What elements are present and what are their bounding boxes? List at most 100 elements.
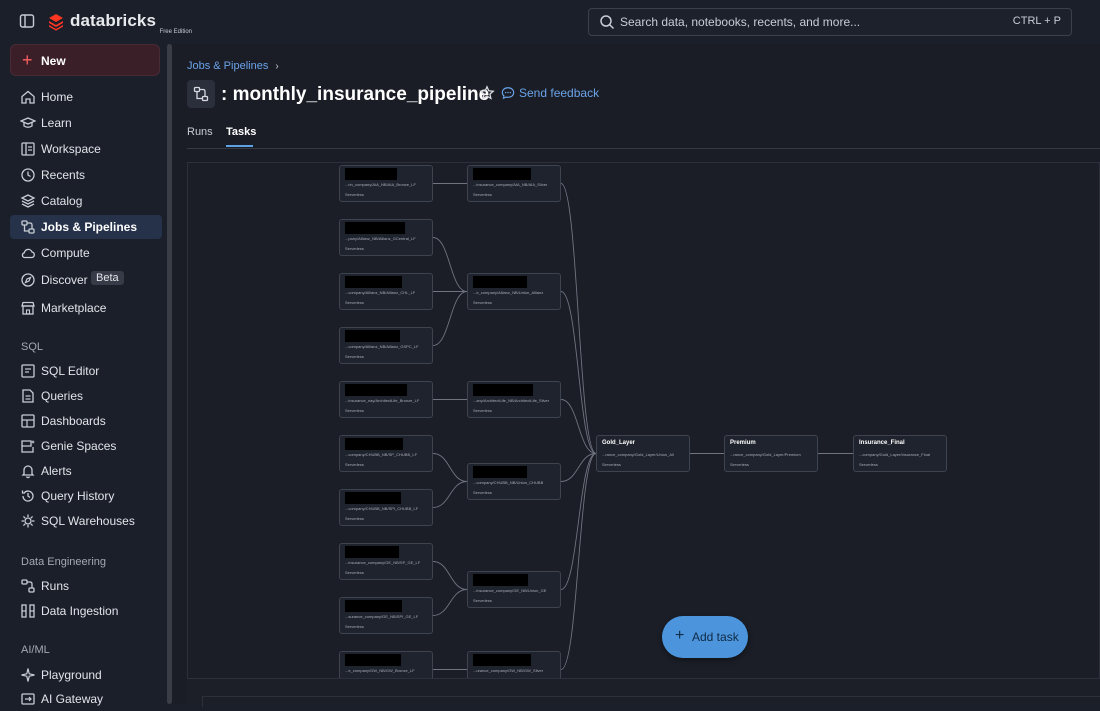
compass-icon [21, 273, 35, 287]
task-node[interactable]: ...insurance_company/GE_NB/SP_GE_LF Serve… [339, 543, 433, 580]
task-notebook-path: ...rance_company/Gold_Layer/Premium [730, 452, 801, 457]
task-node[interactable]: ...company/Allianz_NB/Allianz_GSPC_LF Ser… [339, 327, 433, 364]
task-dependency-edge [560, 453, 597, 590]
sidebar-item-workspace[interactable]: Workspace [10, 137, 162, 161]
top-bar: databricks Free Edition CTRL + P [0, 0, 1100, 44]
runs-icon [21, 579, 35, 593]
brand-name: databricks [70, 11, 157, 30]
sidebar-item-dashboards[interactable]: Dashboards [10, 409, 162, 433]
redacted-task-title [345, 600, 402, 612]
task-node[interactable]: ...insurance_company/AIA_NB/AIA_Silver Se… [467, 165, 561, 202]
redacted-task-title [345, 546, 399, 558]
breadcrumb-link-jobs-pipelines[interactable]: Jobs & Pipelines [187, 60, 268, 72]
task-notebook-path: ...company/CHUBB_NB/SPI_CHUBB_LF [345, 506, 419, 511]
task-dependency-edge [432, 589, 468, 616]
global-search[interactable]: CTRL + P [588, 8, 1072, 36]
sidebar-item-label: Workspace [41, 142, 101, 156]
task-compute-label: Serverless [345, 624, 364, 629]
sidebar-item-learn[interactable]: Learn [10, 111, 162, 135]
task-node[interactable]: ...pany/Allianz_NB/Allianz_GCentral_LF Se… [339, 219, 433, 256]
redacted-task-title [345, 438, 403, 450]
task-compute-label: Serverless [345, 354, 364, 359]
sidebar-item-discover[interactable]: Discover Beta [10, 268, 162, 292]
cloud-icon [21, 248, 35, 259]
sql-editor-icon [21, 364, 35, 378]
task-node[interactable]: ...insurance_nay/ArchitectLife_Bronze_LF… [339, 381, 433, 418]
task-notebook-path: ...urance_company/GW_NB/GW_Silver [473, 668, 544, 673]
section-label-data-engineering: Data Engineering [21, 556, 107, 568]
task-node[interactable]: ...any/ArchitectLife_NB/ArchitectLife_Si… [467, 381, 561, 418]
sidebar-item-sql-editor[interactable]: SQL Editor [10, 359, 162, 383]
dashboard-icon [21, 414, 35, 428]
sidebar-item-label: Discover [41, 273, 88, 287]
redacted-task-title [473, 276, 527, 288]
sidebar: + New Home Learn Workspace Recents Catal… [0, 44, 166, 706]
search-shortcut: CTRL + P [1012, 15, 1061, 27]
sidebar-item-queries[interactable]: Queries [10, 384, 162, 408]
task-node[interactable]: ...urance_company/GW_NB/GW_SilverServerl… [467, 651, 561, 678]
task-notebook-path: ...surance_company/GE_NB/SPI_GE_LF [345, 614, 419, 619]
task-node[interactable]: ...company/Allianz_NB/Allianz_CHL_LF Serv… [339, 273, 433, 310]
sidebar-item-label: Query History [41, 489, 115, 503]
jobs-icon [21, 220, 35, 234]
plus-icon: + [675, 627, 685, 644]
task-node[interactable]: ...company/CHUBB_NB/SPI_CHUBB_LF Serverle… [339, 489, 433, 526]
sidebar-item-home[interactable]: Home [10, 85, 162, 109]
star-icon[interactable] [479, 85, 495, 101]
sidebar-item-label: Home [41, 90, 74, 104]
task-node[interactable]: Gold_Layer ...rance_company/Gold_Layer/Un… [596, 435, 690, 472]
redacted-task-title [473, 168, 531, 180]
sidebar-item-playground[interactable]: Playground [10, 663, 162, 687]
sidebar-item-query-history[interactable]: Query History [10, 484, 162, 508]
sidebar-item-recents[interactable]: Recents [10, 163, 162, 187]
task-dependency-edges [432, 183, 853, 670]
task-node[interactable]: ...surance_company/GE_NB/SPI_GE_LF Server… [339, 597, 433, 634]
task-node[interactable]: Premium ...rance_company/Gold_Layer/Premi… [724, 435, 818, 472]
task-node[interactable]: ...rin_company/AIA_NB/AIA_Bronze_LF Serve… [339, 165, 433, 202]
sidebar-item-alerts[interactable]: Alerts [10, 459, 162, 483]
task-node[interactable]: Insurance_Final ...company/Gold_Layer/Ins… [853, 435, 947, 472]
plus-icon: + [22, 50, 33, 70]
task-compute-label: Serverless [602, 462, 621, 467]
sidebar-item-label: Runs [41, 579, 70, 593]
redacted-task-title [473, 384, 533, 396]
sidebar-item-compute[interactable]: Compute [10, 241, 162, 265]
sidebar-item-runs[interactable]: Runs [10, 574, 162, 598]
clock-icon [21, 168, 35, 182]
section-label-sql: SQL [21, 341, 44, 353]
feedback-icon [501, 87, 515, 100]
task-node[interactable]: ...company/CHUBB_NB/Union_CHUBB Serverles… [467, 463, 561, 500]
history-icon [21, 490, 34, 502]
task-compute-label: Serverless [473, 598, 492, 603]
bell-icon [21, 465, 35, 479]
task-notebook-path: ...rance_company/Gold_Layer/Union_All [602, 452, 674, 457]
search-input[interactable] [620, 13, 980, 31]
task-node[interactable]: ...e_company/Allianz_NB/Union_Allianz Ser… [467, 273, 561, 310]
tab-tasks[interactable]: Tasks [226, 126, 256, 138]
new-button[interactable]: + New [10, 44, 160, 76]
sidebar-item-genie-spaces[interactable]: Genie Spaces [10, 434, 162, 458]
task-compute-label: Serverless [345, 570, 364, 575]
databricks-logo[interactable]: databricks Free Edition [48, 11, 192, 35]
task-node[interactable]: ...e_company/GW_NB/GW_Bronze_LFServerles… [339, 651, 433, 678]
redacted-task-title [345, 168, 397, 180]
sidebar-item-marketplace[interactable]: Marketplace [10, 296, 162, 320]
sidebar-item-jobs-pipelines[interactable]: Jobs & Pipelines [10, 215, 162, 239]
sidebar-item-sql-warehouses[interactable]: SQL Warehouses [10, 509, 162, 533]
breadcrumb: Jobs & Pipelines › [187, 60, 279, 72]
sidebar-toggle-icon[interactable] [19, 13, 35, 29]
task-node[interactable]: ...company/CHUBB_NB/SP_CHUBB_LF Serverles… [339, 435, 433, 472]
task-compute-label: Serverless [730, 462, 749, 467]
task-graph-canvas[interactable]: ...rin_company/AIA_NB/AIA_Bronze_LF Serve… [187, 162, 1100, 678]
task-compute-label: Serverless [859, 462, 878, 467]
task-compute-label: Serverless [345, 516, 364, 521]
task-notebook-path: ...insurance_company/AIA_NB/AIA_Silver [473, 182, 548, 187]
tab-runs[interactable]: Runs [187, 126, 213, 138]
task-node[interactable]: ...insurance_company/GE_NB/Union_GE Serve… [467, 571, 561, 608]
sidebar-item-catalog[interactable]: Catalog [10, 189, 162, 213]
catalog-icon [20, 194, 36, 208]
sidebar-item-data-ingestion[interactable]: Data Ingestion [10, 599, 162, 623]
add-task-button[interactable]: + Add task [662, 616, 748, 658]
send-feedback-link[interactable]: Send feedback [501, 86, 599, 100]
sidebar-item-ai-gateway[interactable]: AI Gateway [10, 687, 162, 711]
